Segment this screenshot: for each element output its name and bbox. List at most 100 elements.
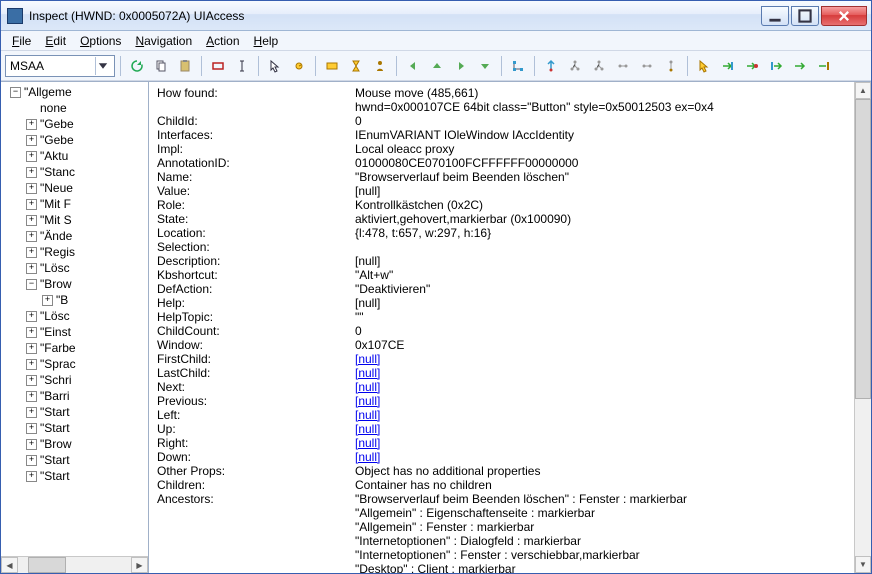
expand-icon[interactable] bbox=[25, 166, 38, 179]
close-button[interactable] bbox=[821, 6, 867, 26]
child-button[interactable] bbox=[660, 55, 682, 77]
prev-sibling-button[interactable] bbox=[636, 55, 658, 77]
property-value[interactable]: [null] bbox=[355, 436, 380, 450]
property-value[interactable]: [null] bbox=[355, 380, 380, 394]
tree-item[interactable]: "Farbe bbox=[3, 340, 148, 356]
vertical-scrollbar[interactable]: ▲ ▼ bbox=[854, 82, 871, 573]
expand-icon[interactable] bbox=[25, 342, 38, 355]
tree-item[interactable]: "Mit S bbox=[3, 212, 148, 228]
scroll-track[interactable] bbox=[18, 557, 131, 573]
go-up-button[interactable] bbox=[765, 55, 787, 77]
property-value[interactable]: [null] bbox=[355, 408, 380, 422]
property-value[interactable]: [null] bbox=[355, 450, 380, 464]
details-panel[interactable]: How found:Mouse move (485,661)hwnd=0x000… bbox=[149, 82, 854, 573]
hourglass-button[interactable] bbox=[345, 55, 367, 77]
property-value[interactable]: [null] bbox=[355, 422, 380, 436]
menu-edit[interactable]: Edit bbox=[38, 33, 73, 49]
property-value[interactable]: [null] bbox=[355, 394, 380, 408]
go-end-button[interactable] bbox=[813, 55, 835, 77]
scroll-right-button[interactable]: ▶ bbox=[131, 557, 148, 573]
scroll-thumb[interactable] bbox=[855, 99, 871, 399]
horizontal-scrollbar[interactable]: ◀ ▶ bbox=[1, 556, 148, 573]
tree-item[interactable]: "Brow bbox=[3, 276, 148, 292]
expand-icon[interactable] bbox=[25, 246, 38, 259]
refresh-button[interactable] bbox=[126, 55, 148, 77]
expand-icon[interactable] bbox=[25, 438, 38, 451]
menu-help[interactable]: Help bbox=[247, 33, 286, 49]
api-combo[interactable]: MSAA bbox=[5, 55, 115, 77]
tree-item[interactable]: "Einst bbox=[3, 324, 148, 340]
property-value[interactable]: [null] bbox=[355, 366, 380, 380]
tree-item[interactable]: "Start bbox=[3, 452, 148, 468]
tree-item[interactable]: "B bbox=[3, 292, 148, 308]
arrow-up-button[interactable] bbox=[426, 55, 448, 77]
tree-item[interactable]: "Start bbox=[3, 420, 148, 436]
menu-navigation[interactable]: Navigation bbox=[128, 33, 199, 49]
cursor-button[interactable] bbox=[264, 55, 286, 77]
expand-icon[interactable] bbox=[25, 358, 38, 371]
scroll-left-button[interactable]: ◀ bbox=[1, 557, 18, 573]
expand-icon[interactable] bbox=[25, 198, 38, 211]
expand-icon[interactable] bbox=[25, 214, 38, 227]
tree-item[interactable]: "Mit F bbox=[3, 196, 148, 212]
tree-item[interactable]: "Schri bbox=[3, 372, 148, 388]
arrow-down-button[interactable] bbox=[474, 55, 496, 77]
expand-icon[interactable] bbox=[25, 390, 38, 403]
tree-panel[interactable]: "Allgemenone"Gebe"Gebe"Aktu"Stanc"Neue"M… bbox=[1, 82, 149, 573]
tree-item[interactable]: "Lösc bbox=[3, 308, 148, 324]
expand-icon[interactable] bbox=[25, 406, 38, 419]
arrow-right-button[interactable] bbox=[450, 55, 472, 77]
go-marker-button[interactable] bbox=[741, 55, 763, 77]
tree-item[interactable]: "Gebe bbox=[3, 132, 148, 148]
tree-item[interactable]: "Lösc bbox=[3, 260, 148, 276]
tree-item[interactable]: "Gebe bbox=[3, 116, 148, 132]
expand-icon[interactable] bbox=[41, 294, 54, 307]
scroll-thumb[interactable] bbox=[28, 557, 66, 573]
tree-item[interactable]: none bbox=[3, 100, 148, 116]
expand-icon[interactable] bbox=[25, 470, 38, 483]
tree-nav-button[interactable] bbox=[507, 55, 529, 77]
paste-button[interactable] bbox=[174, 55, 196, 77]
tree-item[interactable]: "Stanc bbox=[3, 164, 148, 180]
expand-icon[interactable] bbox=[25, 310, 38, 323]
textcursor-button[interactable] bbox=[231, 55, 253, 77]
arrow-left-button[interactable] bbox=[402, 55, 424, 77]
expand-icon[interactable] bbox=[25, 118, 38, 131]
tree-item[interactable]: "Regis bbox=[3, 244, 148, 260]
tree-item[interactable]: "Neue bbox=[3, 180, 148, 196]
tree-item[interactable]: "Ände bbox=[3, 228, 148, 244]
expand-icon[interactable] bbox=[25, 374, 38, 387]
expand-icon[interactable] bbox=[9, 86, 22, 99]
expand-icon[interactable] bbox=[25, 150, 38, 163]
scroll-track[interactable] bbox=[855, 99, 871, 556]
menu-action[interactable]: Action bbox=[199, 33, 246, 49]
caret-button[interactable] bbox=[369, 55, 391, 77]
yellow-cursor-button[interactable] bbox=[693, 55, 715, 77]
expand-icon[interactable] bbox=[25, 262, 38, 275]
first-child-button[interactable] bbox=[564, 55, 586, 77]
expand-icon[interactable] bbox=[25, 422, 38, 435]
tree-item[interactable]: "Allgeme bbox=[3, 84, 148, 100]
tree-item[interactable]: "Aktu bbox=[3, 148, 148, 164]
tree-item[interactable]: "Start bbox=[3, 404, 148, 420]
tree-item[interactable]: "Brow bbox=[3, 436, 148, 452]
go-next-button[interactable] bbox=[789, 55, 811, 77]
watch-button[interactable] bbox=[288, 55, 310, 77]
rectangle-button[interactable] bbox=[207, 55, 229, 77]
parent-button[interactable] bbox=[540, 55, 562, 77]
scroll-up-button[interactable]: ▲ bbox=[855, 82, 871, 99]
tree-item[interactable]: "Start bbox=[3, 468, 148, 484]
menu-file[interactable]: File bbox=[5, 33, 38, 49]
expand-icon[interactable] bbox=[25, 454, 38, 467]
tree-item[interactable]: "Barri bbox=[3, 388, 148, 404]
maximize-button[interactable] bbox=[791, 6, 819, 26]
tree-item[interactable]: "Sprac bbox=[3, 356, 148, 372]
minimize-button[interactable] bbox=[761, 6, 789, 26]
expand-icon[interactable] bbox=[25, 134, 38, 147]
scroll-down-button[interactable]: ▼ bbox=[855, 556, 871, 573]
copy-button[interactable] bbox=[150, 55, 172, 77]
property-value[interactable]: [null] bbox=[355, 352, 380, 366]
expand-icon[interactable] bbox=[25, 182, 38, 195]
focus-rect-button[interactable] bbox=[321, 55, 343, 77]
expand-icon[interactable] bbox=[25, 230, 38, 243]
